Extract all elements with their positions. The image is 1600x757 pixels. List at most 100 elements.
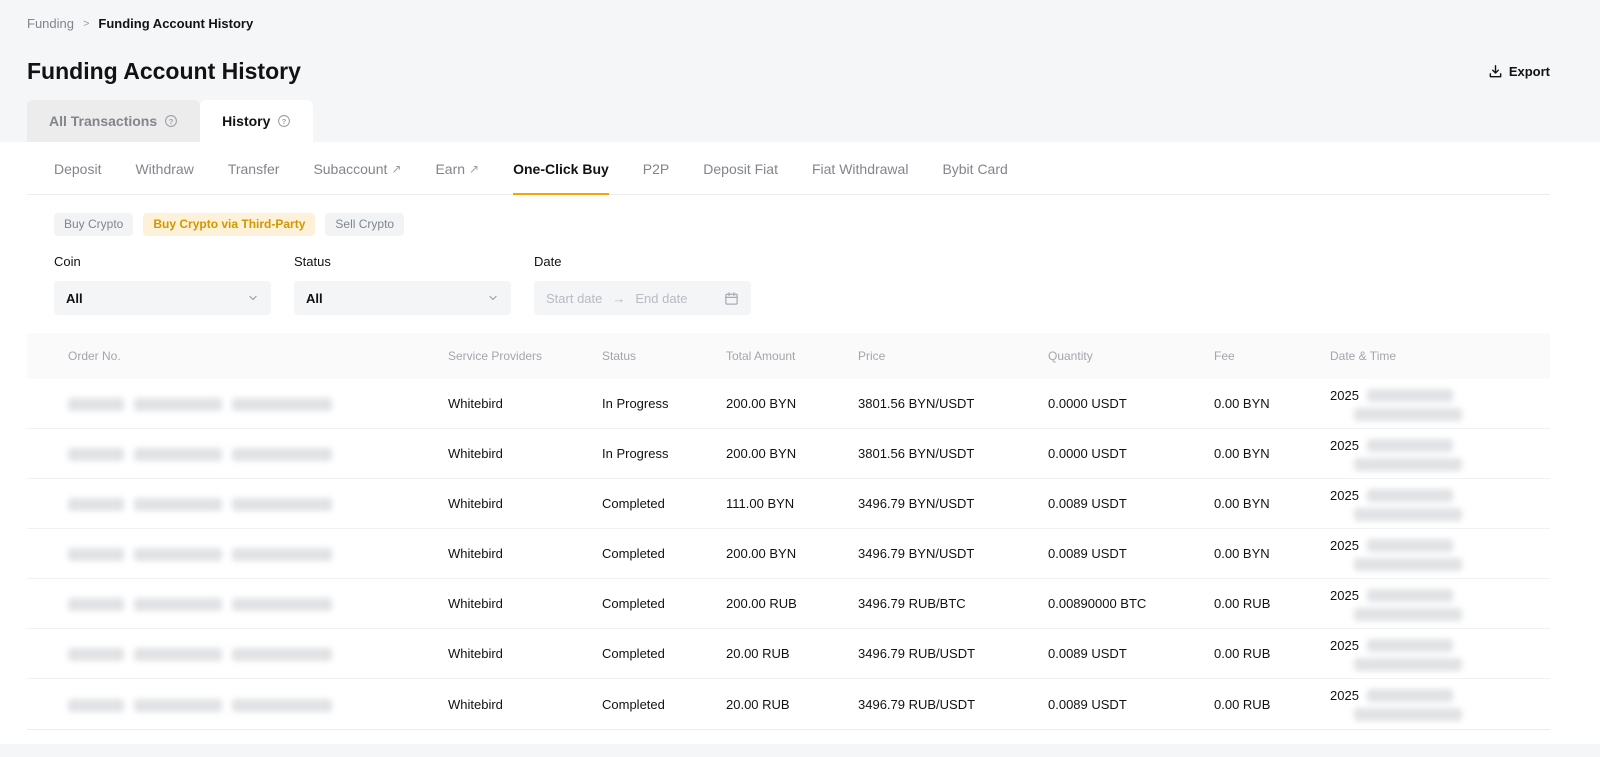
- date-range-picker[interactable]: Start date → End date: [534, 281, 751, 315]
- redacted-order-no: [68, 648, 124, 661]
- chip-sell-crypto[interactable]: Sell Crypto: [325, 213, 404, 236]
- redacted-order-no: [134, 548, 222, 561]
- redacted-order-no: [134, 498, 222, 511]
- redacted-order-no: [232, 548, 332, 561]
- tab-all-transactions-label: All Transactions: [49, 113, 157, 129]
- redacted-date: [1367, 539, 1453, 552]
- redacted-order-no: [68, 548, 124, 561]
- table-row: Whitebird Completed 20.00 RUB 3496.79 RU…: [27, 629, 1550, 679]
- col-price: Price: [858, 349, 1048, 363]
- coin-select-value: All: [66, 291, 83, 306]
- redacted-time: [1354, 608, 1462, 621]
- status-cell: In Progress: [602, 446, 726, 461]
- chip-buy-crypto-third-party[interactable]: Buy Crypto via Third-Party: [143, 213, 315, 236]
- redacted-order-no: [68, 699, 124, 712]
- svg-text:?: ?: [169, 117, 174, 126]
- status-filter: Status All: [294, 254, 511, 315]
- provider-cell: Whitebird: [448, 496, 602, 511]
- quantity-cell: 0.0089 USDT: [1048, 697, 1214, 712]
- subtab-deposit-fiat[interactable]: Deposit Fiat: [703, 142, 778, 194]
- export-label: Export: [1509, 64, 1550, 79]
- funding-account-history-page: Funding > Funding Account History Fundin…: [0, 0, 1600, 757]
- price-cell: 3496.79 BYN/USDT: [858, 546, 1048, 561]
- provider-cell: Whitebird: [448, 646, 602, 661]
- subtab-transfer[interactable]: Transfer: [228, 142, 280, 194]
- quantity-cell: 0.0089 USDT: [1048, 646, 1214, 661]
- svg-text:?: ?: [282, 117, 287, 126]
- order-no-cell: [68, 546, 448, 561]
- quantity-cell: 0.0000 USDT: [1048, 396, 1214, 411]
- fee-cell: 0.00 RUB: [1214, 596, 1330, 611]
- redacted-date: [1367, 639, 1453, 652]
- redacted-order-no: [232, 448, 332, 461]
- table-row: Whitebird In Progress 200.00 BYN 3801.56…: [27, 429, 1550, 479]
- fee-cell: 0.00 BYN: [1214, 496, 1330, 511]
- start-date-input[interactable]: Start date: [546, 291, 602, 306]
- external-link-icon: ↗: [469, 160, 479, 178]
- chip-buy-crypto[interactable]: Buy Crypto: [54, 213, 133, 236]
- redacted-date: [1367, 489, 1453, 502]
- total-amount-cell: 200.00 BYN: [726, 546, 858, 561]
- redacted-time: [1354, 408, 1462, 421]
- provider-cell: Whitebird: [448, 396, 602, 411]
- subtab-deposit[interactable]: Deposit: [54, 142, 101, 194]
- total-amount-cell: 200.00 RUB: [726, 596, 858, 611]
- subtab-bybit-card[interactable]: Bybit Card: [942, 142, 1007, 194]
- subtab-withdraw[interactable]: Withdraw: [135, 142, 193, 194]
- table-header: Order No. Service Providers Status Total…: [27, 333, 1550, 379]
- status-cell: Completed: [602, 546, 726, 561]
- page-title: Funding Account History: [27, 56, 301, 86]
- redacted-order-no: [134, 398, 222, 411]
- export-button[interactable]: Export: [1488, 64, 1550, 79]
- col-quantity: Quantity: [1048, 349, 1214, 363]
- redacted-order-no: [232, 699, 332, 712]
- coin-filter-label: Coin: [54, 254, 271, 269]
- tab-bar: All Transactions ? History ?: [0, 100, 1600, 142]
- status-cell: Completed: [602, 596, 726, 611]
- redacted-order-no: [68, 398, 124, 411]
- date-year: 2025: [1330, 487, 1359, 504]
- price-cell: 3496.79 RUB/BTC: [858, 596, 1048, 611]
- tab-history[interactable]: History ?: [200, 100, 313, 142]
- status-filter-label: Status: [294, 254, 511, 269]
- redacted-order-no: [232, 498, 332, 511]
- table-row: Whitebird Completed 200.00 RUB 3496.79 R…: [27, 579, 1550, 629]
- order-no-cell: [68, 646, 448, 661]
- order-no-cell: [68, 596, 448, 611]
- date-year: 2025: [1330, 437, 1359, 454]
- redacted-order-no: [232, 398, 332, 411]
- redacted-order-no: [232, 648, 332, 661]
- price-cell: 3496.79 BYN/USDT: [858, 496, 1048, 511]
- info-icon: ?: [164, 114, 178, 128]
- col-fee: Fee: [1214, 349, 1330, 363]
- breadcrumb-funding[interactable]: Funding: [27, 16, 74, 32]
- provider-cell: Whitebird: [448, 697, 602, 712]
- subtab-subaccount[interactable]: Subaccount↗: [313, 142, 401, 194]
- provider-cell: Whitebird: [448, 546, 602, 561]
- table-row: Whitebird Completed 200.00 BYN 3496.79 B…: [27, 529, 1550, 579]
- quantity-cell: 0.0000 USDT: [1048, 446, 1214, 461]
- price-cell: 3801.56 BYN/USDT: [858, 446, 1048, 461]
- col-order-no: Order No.: [68, 349, 448, 363]
- redacted-time: [1354, 558, 1462, 571]
- transactions-table: Order No. Service Providers Status Total…: [27, 333, 1550, 730]
- arrow-right-icon: →: [612, 291, 625, 306]
- subtab-earn[interactable]: Earn↗: [435, 142, 479, 194]
- order-no-cell: [68, 446, 448, 461]
- table-row: Whitebird Completed 111.00 BYN 3496.79 B…: [27, 479, 1550, 529]
- breadcrumb-separator: >: [83, 16, 89, 32]
- table-body: Whitebird In Progress 200.00 BYN 3801.56…: [27, 379, 1550, 729]
- date-year: 2025: [1330, 387, 1359, 404]
- col-total-amount: Total Amount: [726, 349, 858, 363]
- end-date-input[interactable]: End date: [635, 291, 687, 306]
- redacted-time: [1354, 508, 1462, 521]
- tab-all-transactions[interactable]: All Transactions ?: [27, 100, 200, 142]
- subtab-fiat-withdrawal[interactable]: Fiat Withdrawal: [812, 142, 908, 194]
- order-no-cell: [68, 496, 448, 511]
- table-row: Whitebird Completed 20.00 RUB 3496.79 RU…: [27, 679, 1550, 729]
- status-select[interactable]: All: [294, 281, 511, 315]
- redacted-date: [1367, 439, 1453, 452]
- subtab-one-click-buy[interactable]: One-Click Buy: [513, 142, 609, 194]
- coin-select[interactable]: All: [54, 281, 271, 315]
- subtab-p2p[interactable]: P2P: [643, 142, 669, 194]
